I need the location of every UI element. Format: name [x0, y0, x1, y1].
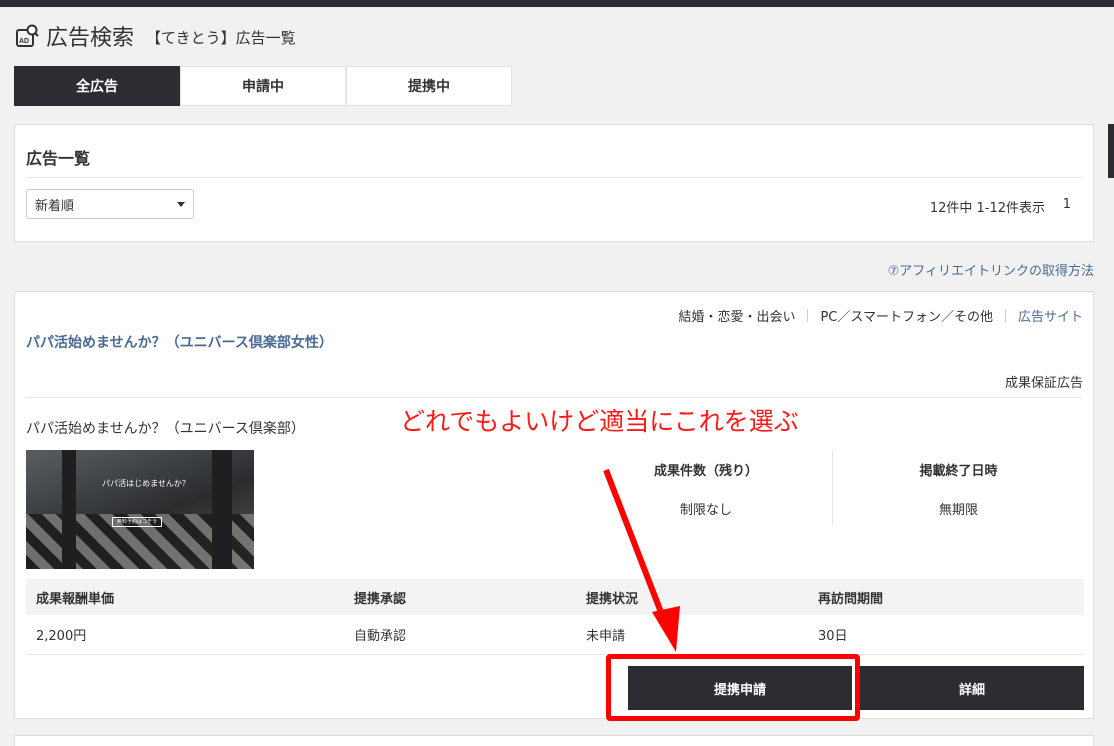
annotation-highlight-box [606, 654, 860, 721]
annotation-arrow-icon [603, 468, 680, 652]
